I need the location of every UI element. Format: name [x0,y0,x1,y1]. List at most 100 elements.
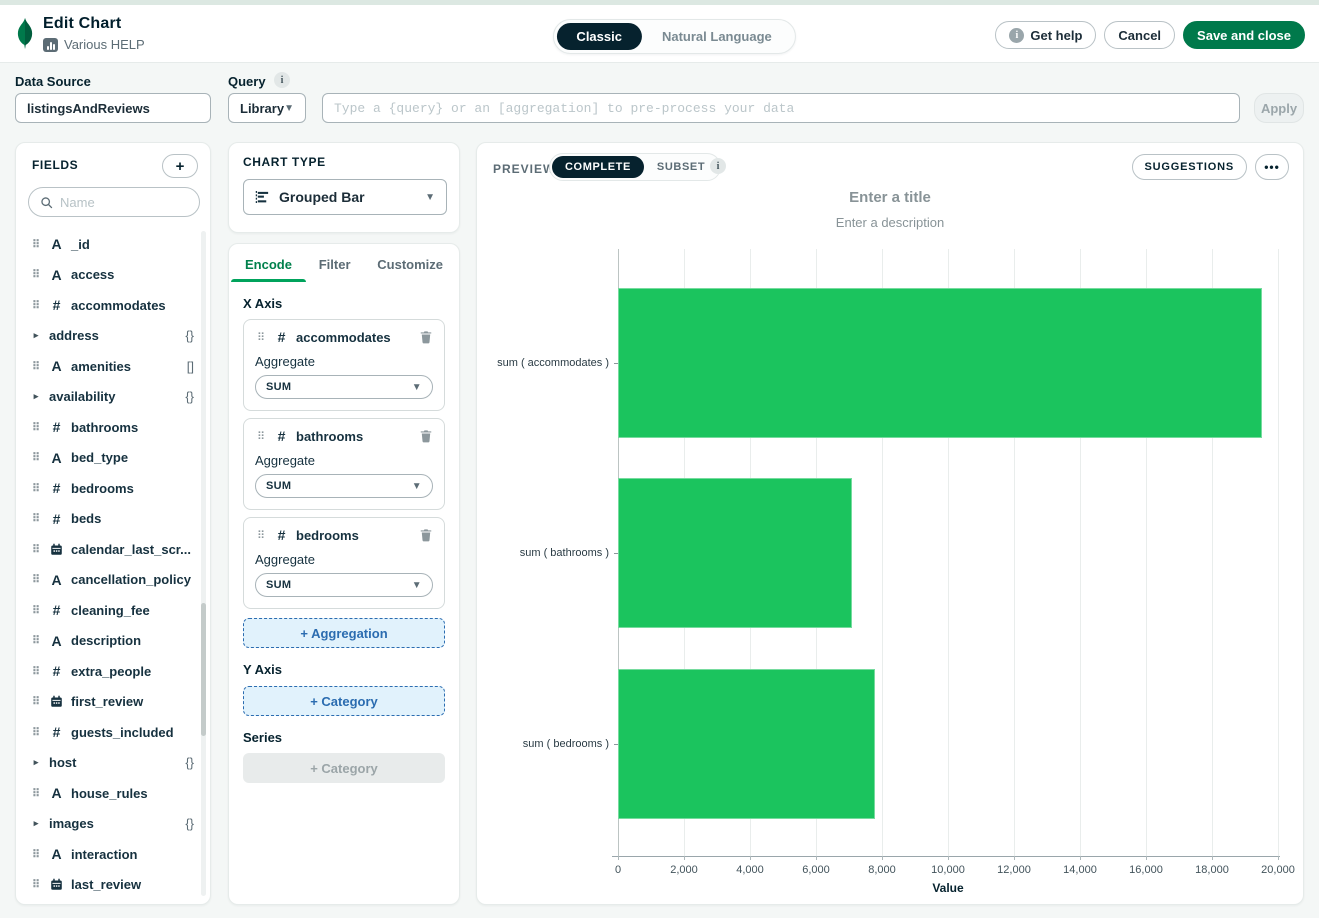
expand-arrow-icon: ▸ [30,818,42,829]
query-input[interactable]: Type a {query} or an [aggregation] to pr… [322,93,1240,123]
field-item[interactable]: ⠿ A amenities [] [24,351,200,382]
field-item[interactable]: ⠿ calendar_last_scr... [24,534,200,565]
aggregate-select[interactable]: SUM ▼ [255,573,433,597]
aggregate-select[interactable]: SUM ▼ [255,375,433,399]
mongodb-leaf-logo [15,18,35,49]
chart-description-placeholder[interactable]: Enter a description [477,215,1303,230]
field-type-icon: # [49,419,64,435]
field-item[interactable]: ⠿ A bed_type [24,443,200,474]
bar-3 [618,669,875,819]
field-type-icon: # [49,663,64,679]
field-item[interactable]: ⠿ first_review [24,687,200,718]
field-search-input[interactable]: Name [28,187,200,217]
y-axis-section-label: Y Axis [243,662,445,677]
more-options-button[interactable]: ••• [1255,154,1289,180]
field-item[interactable]: ▸ address {} [24,321,200,352]
x-tick [1278,856,1279,860]
query-library-select[interactable]: Library▼ [228,93,306,123]
drag-handle-icon: ⠿ [30,726,42,739]
mode-natural-language-button[interactable]: Natural Language [642,23,792,50]
drag-handle-icon: ⠿ [30,299,42,312]
fields-panel-title: FIELDS [32,158,78,172]
encoded-field-name: bedrooms [296,528,359,543]
aggregate-value: SUM [266,381,291,393]
save-and-close-button[interactable]: Save and close [1183,21,1305,49]
drag-handle-icon: ⠿ [30,695,42,708]
chart-type-select[interactable]: Grouped Bar ▼ [243,179,447,215]
field-item[interactable]: ⠿ A cancellation_policy [24,565,200,596]
drag-handle-icon: ⠿ [30,268,42,281]
field-item[interactable]: ⠿ # accommodates [24,290,200,321]
bar-1 [618,288,1262,438]
suggestions-button[interactable]: SUGGESTIONS [1132,154,1247,180]
fields-scrollbar-thumb[interactable] [201,603,206,736]
field-item[interactable]: ⠿ A house_rules [24,778,200,809]
drag-handle-icon[interactable]: ⠿ [255,331,267,344]
drag-handle-icon[interactable]: ⠿ [255,529,267,542]
field-item[interactable]: ⠿ last_review [24,870,200,899]
field-item[interactable]: ⠿ A interaction [24,839,200,870]
x-tick-label: 0 [615,864,621,876]
query-info-icon[interactable]: i [274,72,290,88]
chevron-down-icon: ▼ [284,103,294,114]
apply-button[interactable]: Apply [1254,93,1304,123]
drag-handle-icon: ⠿ [30,238,42,251]
field-item[interactable]: ⠿ # extra_people [24,656,200,687]
page-title: Edit Chart [43,15,145,33]
plot-area: Value 02,0004,0006,0008,00010,00012,0001… [618,249,1278,856]
field-name: first_review [71,694,143,709]
x-axis-title: Value [618,881,1278,895]
chart-title-placeholder[interactable]: Enter a title [477,189,1303,206]
field-item[interactable]: ⠿ A access [24,260,200,291]
delete-field-icon[interactable] [419,429,433,443]
field-item[interactable]: ⠿ # guests_included [24,717,200,748]
series-section-label: Series [243,730,445,745]
drag-handle-icon: ⠿ [30,848,42,861]
delete-field-icon[interactable] [419,330,433,344]
drag-handle-icon: ⠿ [30,512,42,525]
x-tick-label: 2,000 [670,864,698,876]
y-axis-add-category-button[interactable]: + Category [243,686,445,716]
tab-customize[interactable]: Customize [375,244,445,282]
chevron-down-icon: ▼ [412,481,422,492]
field-item[interactable]: ▸ availability {} [24,382,200,413]
x-tick-label: 10,000 [931,864,965,876]
field-name: house_rules [71,786,148,801]
get-help-button[interactable]: i Get help [995,21,1096,49]
field-item[interactable]: ⠿ # beds [24,504,200,535]
field-item[interactable]: ▸ host {} [24,748,200,779]
field-name: accommodates [71,298,166,313]
field-item[interactable]: ▸ images {} [24,809,200,840]
mode-classic-button[interactable]: Classic [556,23,642,50]
field-item[interactable]: ⠿ A _id [24,229,200,260]
drag-handle-icon: ⠿ [30,787,42,800]
drag-handle-icon[interactable]: ⠿ [255,430,267,443]
field-name: access [71,267,114,282]
delete-field-icon[interactable] [419,528,433,542]
series-add-category-button[interactable]: + Category [243,753,445,783]
field-item[interactable]: ⠿ # bedrooms [24,473,200,504]
field-name: address [49,328,99,343]
tab-encode[interactable]: Encode [243,244,294,282]
add-field-button[interactable]: + [162,154,198,178]
fields-scrollbar [201,231,206,896]
field-type-icon: # [49,511,64,527]
cancel-button[interactable]: Cancel [1104,21,1175,49]
x-tick-label: 8,000 [868,864,896,876]
y-category-label: sum ( accommodates ) [459,357,609,369]
chart-type-panel: CHART TYPE Grouped Bar ▼ [228,142,460,233]
tab-filter[interactable]: Filter [317,244,353,282]
aggregate-select[interactable]: SUM ▼ [255,474,433,498]
calendar-icon [49,695,64,708]
preview-complete-button[interactable]: COMPLETE [552,156,644,178]
preview-info-icon[interactable]: i [710,158,726,174]
field-item[interactable]: ⠿ # bathrooms [24,412,200,443]
preview-subset-button[interactable]: SUBSET [644,156,718,178]
field-item[interactable]: ⠿ A description [24,626,200,657]
field-item[interactable]: ⠿ # cleaning_fee [24,595,200,626]
data-source-label: Data Source [15,74,91,89]
data-source-input[interactable]: listingsAndReviews [15,93,211,123]
field-kind-badge: [] [187,359,194,374]
chevron-down-icon: ▼ [412,382,422,393]
add-aggregation-button[interactable]: + Aggregation [243,618,445,648]
